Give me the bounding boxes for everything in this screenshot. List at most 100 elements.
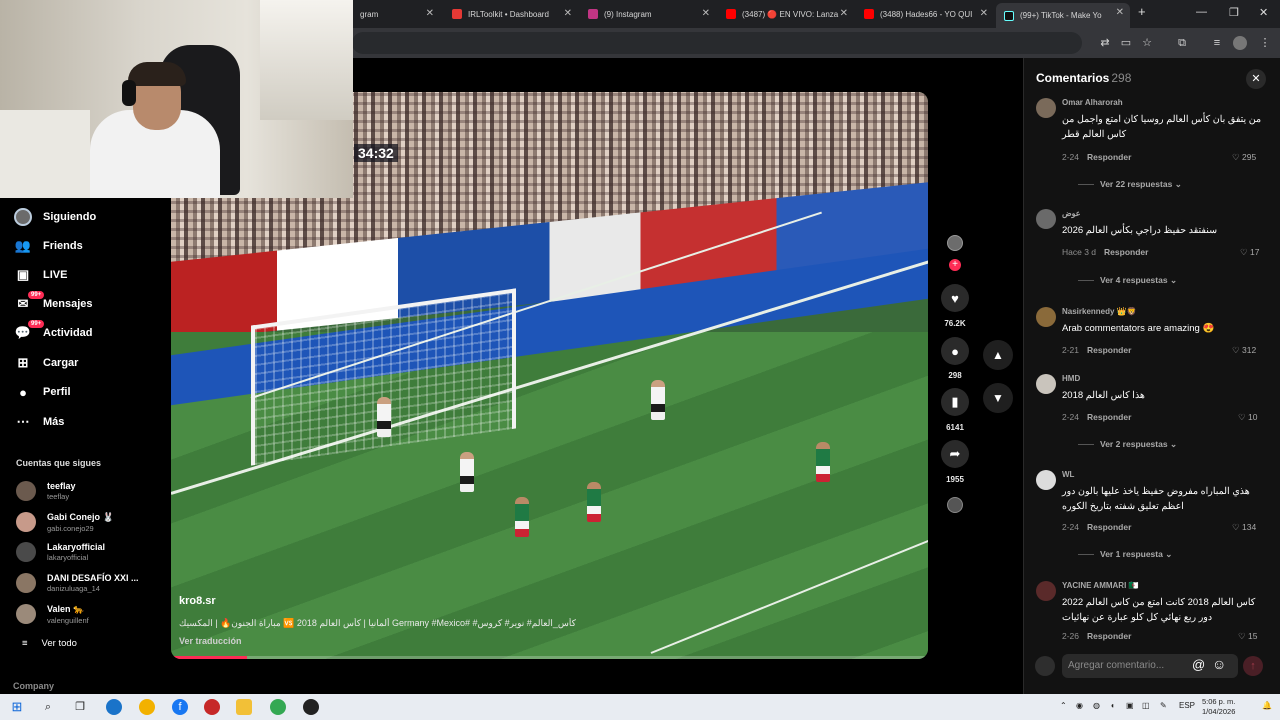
emoji-icon[interactable]: ☺ [1212, 656, 1226, 672]
translate-icon[interactable]: ⇄ [1098, 36, 1112, 50]
tab-close-icon[interactable]: ✕ [426, 8, 434, 19]
reply-button[interactable]: Responder [1087, 631, 1131, 641]
comment-like-button[interactable]: ♡ 15 [1238, 631, 1257, 641]
comment-username[interactable]: عوض [1062, 209, 1081, 218]
tab-close-icon[interactable]: ✕ [1116, 7, 1124, 18]
reply-button[interactable]: Responder [1104, 247, 1148, 257]
tab-instagram-partial[interactable]: gram ✕ [352, 4, 440, 24]
avatar[interactable] [1036, 98, 1056, 118]
reply-button[interactable]: Responder [1087, 152, 1131, 162]
app-icon[interactable] [204, 699, 220, 715]
extensions-icon[interactable]: ⧉ [1175, 36, 1189, 50]
sidebar-item-live[interactable]: ▣ LIVE [14, 264, 68, 286]
translate-link[interactable]: Ver traducción [179, 636, 919, 646]
profile-avatar-icon[interactable] [1233, 36, 1247, 50]
tray-app-icon[interactable]: ◉ [1076, 701, 1083, 710]
reply-button[interactable]: Responder [1087, 412, 1131, 422]
address-bar[interactable] [352, 32, 1082, 54]
sidebar-item-activity[interactable]: 💬 99+ Actividad [14, 320, 93, 344]
like-button[interactable]: ♥ [941, 284, 969, 312]
taskbar-clock[interactable]: 5:06 p. m. 1/04/2026 [1202, 697, 1235, 717]
sidebar-item-profile[interactable]: ● Perfil [14, 381, 70, 403]
comment-like-button[interactable]: ♡ 17 [1240, 247, 1259, 258]
comment-username[interactable]: WL [1062, 470, 1074, 479]
following-account[interactable]: DANI DESAFÍO XXI ... danizuluaga_14 [16, 569, 139, 597]
cast-icon[interactable]: ▭ [1119, 36, 1133, 50]
new-tab-button[interactable]: + [1138, 4, 1146, 19]
avatar[interactable] [1036, 581, 1056, 601]
sidebar-item-upload[interactable]: ⊞ Cargar [14, 352, 79, 374]
tab-close-icon[interactable]: ✕ [702, 8, 710, 19]
comment-username[interactable]: Nasirkennedy 👑🦁 [1062, 307, 1137, 316]
following-account[interactable]: teeflay teeflay [16, 477, 76, 505]
send-comment-button[interactable]: ↑ [1243, 656, 1263, 676]
tray-network-icon[interactable]: ◍ [1093, 701, 1100, 710]
comment-like-button[interactable]: ♡ 295 [1232, 152, 1256, 163]
comment-username[interactable]: HMD [1062, 374, 1080, 383]
tray-pen-icon[interactable]: ✎ [1160, 701, 1167, 710]
windows-start-icon[interactable]: ⊞ [9, 699, 25, 715]
sound-disc-avatar[interactable] [947, 497, 963, 513]
reply-button[interactable]: Responder [1087, 522, 1131, 532]
comment-button[interactable]: ● [941, 337, 969, 365]
comment-like-button[interactable]: ♡ 10 [1238, 412, 1257, 423]
previous-video-button[interactable]: ▲ [983, 340, 1013, 370]
tab-irltoolkit[interactable]: IRLToolkit • Dashboard ✕ [444, 4, 578, 24]
sidebar-item-more[interactable]: ⋯ Más [14, 411, 65, 433]
sidebar-item-messages[interactable]: ✉ 99+ Mensajes [14, 291, 93, 315]
avatar[interactable] [1036, 374, 1056, 394]
next-video-button[interactable]: ▼ [983, 383, 1013, 413]
following-account[interactable]: Gabi Conejo 🐰 gabi.conejo29 [16, 508, 114, 536]
close-comments-button[interactable]: ✕ [1246, 69, 1266, 89]
comment-username[interactable]: YACINE AMMARI 🇩🇿 [1062, 581, 1138, 590]
minimize-button[interactable]: — [1196, 6, 1207, 18]
view-replies-button[interactable]: Ver 22 respuestas ⌄ [1078, 179, 1182, 190]
video-progress-bar[interactable] [171, 656, 928, 659]
tab-instagram[interactable]: (9) Instagram ✕ [580, 4, 716, 24]
task-view-icon[interactable]: ❐ [72, 699, 88, 715]
following-account[interactable]: Valen 🐆 valenguillenf [16, 600, 89, 628]
language-indicator[interactable]: ESP [1179, 701, 1195, 710]
company-link[interactable]: Company [13, 681, 54, 691]
chrome-icon[interactable] [139, 699, 155, 715]
edge-icon[interactable] [106, 699, 122, 715]
sidebar-item-friends[interactable]: 👥 Friends [14, 235, 83, 257]
reply-button[interactable]: Responder [1087, 345, 1131, 355]
save-button[interactable]: ▮ [941, 388, 969, 416]
reading-list-icon[interactable]: ≡ [1210, 36, 1224, 50]
view-replies-button[interactable]: Ver 2 respuestas ⌄ [1078, 439, 1177, 450]
avatar[interactable] [1036, 470, 1056, 490]
file-explorer-icon[interactable] [236, 699, 252, 715]
bookmark-star-icon[interactable]: ☆ [1140, 36, 1154, 50]
notification-bell-icon[interactable]: 🔔 [1262, 701, 1272, 710]
restore-button[interactable]: ❐ [1229, 6, 1239, 19]
tray-app-icon[interactable]: ◫ [1142, 701, 1150, 710]
tab-close-icon[interactable]: ✕ [840, 8, 848, 19]
tab-youtube-live[interactable]: (3487) 🔴 EN VIVO: Lanza ✕ [718, 4, 854, 24]
tray-volume-icon[interactable]: ◖ [1110, 701, 1115, 710]
avatar[interactable] [1036, 307, 1056, 327]
tab-close-icon[interactable]: ✕ [980, 8, 988, 19]
chrome-active-icon[interactable] [270, 699, 286, 715]
comment-like-button[interactable]: ♡ 134 [1232, 522, 1256, 533]
tab-tiktok[interactable]: (99+) TikTok - Make Yo ✕ [996, 3, 1130, 28]
tab-close-icon[interactable]: ✕ [564, 8, 572, 19]
sidebar-item-following[interactable]: Siguiendo [14, 206, 96, 228]
comment-like-button[interactable]: ♡ 312 [1232, 345, 1256, 356]
close-window-button[interactable]: ✕ [1259, 6, 1268, 19]
avatar[interactable] [1036, 209, 1056, 229]
view-replies-button[interactable]: Ver 4 respuestas ⌄ [1078, 275, 1177, 286]
share-button[interactable]: ➦ [941, 440, 969, 468]
comment-username[interactable]: Omar Alharorah [1062, 98, 1123, 107]
facebook-icon[interactable]: f [172, 699, 188, 715]
obs-icon[interactable] [303, 699, 319, 715]
follow-plus-icon[interactable]: + [949, 259, 961, 271]
tab-youtube-hades[interactable]: (3488) Hades66 - YO QUI ✕ [856, 4, 994, 24]
tray-chevron-up-icon[interactable]: ⌃ [1060, 701, 1067, 710]
video-author[interactable]: kro8.sr [179, 595, 919, 607]
following-account[interactable]: Lakaryofficial lakaryofficial [16, 538, 105, 566]
see-all-button[interactable]: ≡ Ver todo [22, 638, 77, 649]
creator-avatar[interactable] [947, 235, 963, 251]
view-replies-button[interactable]: Ver 1 respuesta ⌄ [1078, 549, 1172, 560]
search-icon[interactable]: ⌕ [40, 699, 56, 715]
